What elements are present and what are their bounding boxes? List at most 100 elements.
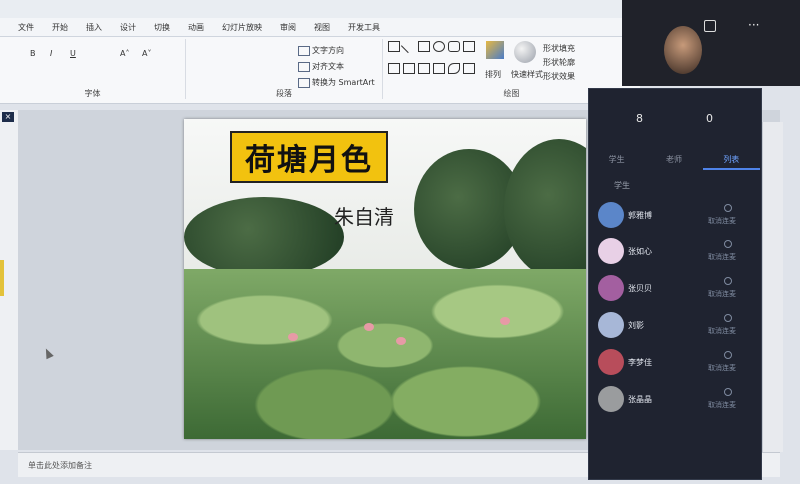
font-size-up-button[interactable]: A˄ — [120, 49, 129, 58]
mic-icon — [724, 277, 732, 285]
shapes-gallery[interactable] — [388, 38, 476, 81]
text-direction-label: 文字方向 — [312, 46, 344, 55]
mic-icon — [724, 314, 732, 322]
participant-row[interactable]: 张贝贝 取消连麦 — [596, 273, 756, 305]
tab-teachers[interactable]: 老师 — [645, 150, 702, 170]
ribbon: B I U A˄ A˅ 字体 文字方向 对齐文本 转换为 SmartArt 段落… — [0, 37, 640, 104]
smartart-icon — [298, 77, 310, 88]
quick-styles-button[interactable]: 快速样式 — [511, 69, 543, 80]
elbow-shape-icon[interactable] — [403, 62, 415, 74]
screen: 文件 开始 插入 设计 切换 动画 幻灯片放映 审阅 视图 开发工具 B I U… — [0, 0, 800, 484]
participant-row[interactable]: 张如心 取消连麦 — [596, 236, 756, 268]
participant-row[interactable]: 刘影 取消连麦 — [596, 310, 756, 342]
avatar — [598, 238, 624, 264]
lotus-flower-image — [364, 323, 374, 331]
quick-styles-label: 快速样式 — [511, 70, 543, 79]
mic-icon — [724, 388, 732, 396]
tab-design[interactable]: 设计 — [120, 22, 136, 33]
shape-effects-label: 形状效果 — [543, 72, 575, 81]
tab-list[interactable]: 列表 — [702, 150, 760, 170]
video-tile[interactable] — [622, 0, 800, 86]
avatar — [598, 349, 624, 375]
font-size-down-button[interactable]: A˅ — [142, 49, 151, 58]
tab-transitions[interactable]: 切换 — [154, 22, 170, 33]
tab-insert[interactable]: 插入 — [86, 22, 102, 33]
lotus-flower-image — [396, 337, 406, 345]
triangle-shape-icon[interactable] — [463, 41, 475, 52]
brace-shape-icon[interactable] — [418, 62, 430, 74]
tab-view[interactable]: 视图 — [314, 22, 330, 33]
convert-smartart-label: 转换为 SmartArt — [312, 78, 375, 87]
convert-smartart-button[interactable]: 转换为 SmartArt — [298, 77, 375, 88]
thumbnail-marker — [0, 260, 4, 296]
arrange-button[interactable]: 排列 — [485, 69, 501, 80]
shape-effects-button[interactable]: 形状效果 — [543, 71, 575, 82]
tab-students[interactable]: 学生 — [588, 150, 645, 170]
text-direction-icon — [298, 45, 310, 56]
text-direction-button[interactable]: 文字方向 — [298, 45, 344, 56]
italic-button[interactable]: I — [50, 49, 52, 58]
lotus-flower-image — [500, 317, 510, 325]
bold-button[interactable]: B — [30, 49, 36, 58]
participant-row[interactable]: 郭雅博 取消连麦 — [596, 200, 756, 232]
font-group: B I U A˄ A˅ 字体 — [0, 39, 186, 99]
participant-tabs: 学生 老师 列表 — [588, 150, 760, 170]
participant-name: 郭雅博 — [628, 211, 652, 220]
shape-outline-button[interactable]: 形状轮廓 — [543, 57, 575, 68]
shape-outline-label: 形状轮廓 — [543, 58, 575, 67]
arrow-shape-icon[interactable] — [388, 62, 400, 74]
presenter-video-image — [664, 26, 702, 74]
rect-shape-icon[interactable] — [418, 41, 430, 52]
ribbon-tabs: 文件 开始 插入 设计 切换 动画 幻灯片放映 审阅 视图 开发工具 — [0, 18, 640, 37]
participant-row[interactable]: 张晶晶 取消连麦 — [596, 384, 756, 416]
avatar — [598, 202, 624, 228]
slide[interactable]: 荷塘月色 朱自清 — [184, 119, 586, 439]
cancel-mic-button[interactable]: 取消连麦 — [708, 216, 736, 226]
cancel-mic-button[interactable]: 取消连麦 — [708, 252, 736, 262]
tab-animations[interactable]: 动画 — [188, 22, 204, 33]
lotus-flower-image — [288, 333, 298, 341]
curve-shape-icon[interactable] — [448, 62, 460, 74]
tab-review[interactable]: 审阅 — [280, 22, 296, 33]
tab-home[interactable]: 开始 — [52, 22, 68, 33]
participant-name: 张贝贝 — [628, 284, 652, 293]
avatar — [598, 386, 624, 412]
share-screen-icon[interactable] — [704, 20, 716, 32]
mic-icon — [724, 351, 732, 359]
rectangle-shape-icon[interactable] — [388, 41, 400, 52]
align-text-button[interactable]: 对齐文本 — [298, 61, 344, 72]
cancel-mic-button[interactable]: 取消连麦 — [708, 400, 736, 410]
connected-count: 0 — [706, 112, 713, 125]
avatar — [598, 312, 624, 338]
vertical-scrollbar[interactable] — [762, 122, 783, 452]
line-shape-icon[interactable] — [400, 38, 416, 54]
oval-shape-icon[interactable] — [433, 41, 445, 52]
paragraph-group-label: 段落 — [276, 89, 292, 98]
slide-title-box[interactable]: 荷塘月色 — [230, 131, 388, 183]
close-pane-icon[interactable]: × — [2, 112, 14, 122]
more-shapes-icon[interactable] — [463, 62, 475, 74]
rounded-rect-shape-icon[interactable] — [448, 41, 460, 52]
underline-button[interactable]: U — [70, 49, 76, 58]
tab-slideshow[interactable]: 幻灯片放映 — [222, 22, 262, 33]
more-options-icon[interactable]: ··· — [748, 18, 759, 32]
tab-file[interactable]: 文件 — [18, 22, 34, 33]
font-group-label: 字体 — [84, 89, 101, 98]
participant-name: 刘影 — [628, 321, 644, 330]
title-bar — [0, 0, 640, 18]
avatar — [598, 275, 624, 301]
cancel-mic-button[interactable]: 取消连麦 — [708, 289, 736, 299]
align-text-label: 对齐文本 — [312, 62, 344, 71]
align-text-icon — [298, 61, 310, 72]
star-shape-icon[interactable] — [433, 62, 445, 74]
paragraph-group: 文字方向 对齐文本 转换为 SmartArt 段落 — [186, 39, 383, 99]
tab-developer[interactable]: 开发工具 — [348, 22, 380, 33]
thumbnail-pane: × — [0, 110, 19, 450]
participant-row[interactable]: 李梦佳 取消连麦 — [596, 347, 756, 379]
slide-author[interactable]: 朱自清 — [334, 201, 394, 230]
cancel-mic-button[interactable]: 取消连麦 — [708, 363, 736, 373]
slide-title: 荷塘月色 — [245, 143, 373, 178]
shape-fill-button[interactable]: 形状填充 — [543, 43, 575, 54]
participant-name: 李梦佳 — [628, 358, 652, 367]
cancel-mic-button[interactable]: 取消连麦 — [708, 326, 736, 336]
